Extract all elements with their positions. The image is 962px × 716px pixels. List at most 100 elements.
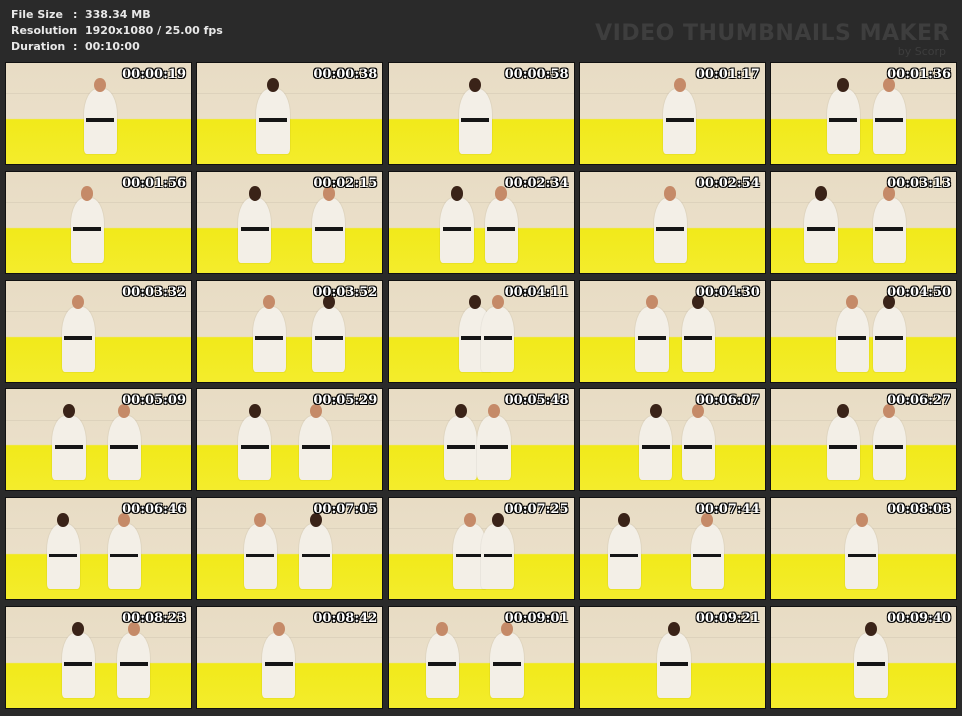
video-thumbnail: 00:06:07 [578, 388, 766, 492]
thumbnail-timestamp: 00:08:23 [122, 610, 186, 626]
thumbnail-timestamp: 00:02:34 [504, 175, 569, 191]
figure-head [469, 295, 482, 310]
black-belt [875, 444, 904, 449]
thumbnail-timestamp: 00:04:30 [695, 284, 760, 300]
black-belt [110, 553, 139, 558]
karate-figure [46, 512, 80, 590]
thumbnail-timestamp: 00:09:21 [695, 610, 760, 626]
resolution-row: Resolution : 1920x1080 / 25.00 fps [11, 23, 223, 39]
black-belt [240, 444, 269, 449]
karate-figure [61, 295, 95, 372]
video-thumbnail: 00:08:23 [5, 605, 192, 709]
separator: : [73, 24, 78, 37]
file-size-row: File Size : 338.34 MB [11, 7, 223, 23]
video-thumbnail: 00:07:25 [387, 497, 575, 601]
thumbnail-timestamp: 00:00:19 [122, 67, 186, 82]
karate-figure [635, 295, 669, 372]
video-thumbnail: 00:07:44 [578, 497, 766, 601]
figure-head [267, 77, 280, 92]
karate-figure [299, 404, 333, 481]
karate-figure [657, 621, 691, 698]
black-belt [660, 662, 689, 667]
figure-head [248, 186, 261, 201]
figure-head [94, 77, 107, 92]
figure-head [62, 404, 75, 419]
black-belt [64, 662, 93, 667]
wall-line [388, 637, 574, 639]
video-thumbnail: 00:08:42 [196, 605, 384, 709]
black-belt [455, 553, 484, 558]
video-thumbnail: 00:03:32 [5, 279, 192, 383]
thumbnail-timestamp: 00:07:25 [504, 502, 569, 518]
karate-figure [690, 512, 725, 590]
file-info: File Size : 338.34 MB Resolution : 1920x… [11, 7, 223, 55]
resolution-label: Resolution [11, 24, 78, 37]
karate-figure [311, 295, 346, 372]
wall-line [388, 202, 574, 204]
black-belt [641, 444, 670, 449]
black-belt [637, 335, 666, 340]
karate-figure [854, 621, 888, 698]
video-thumbnail: 00:00:58 [387, 62, 575, 165]
video-thumbnail: 00:05:29 [196, 388, 384, 492]
karate-figure [458, 77, 493, 154]
karate-figure [425, 621, 459, 698]
thumbnail-timestamp: 00:08:42 [313, 610, 378, 626]
wall-line [388, 419, 574, 421]
video-thumbnail: 00:01:36 [770, 62, 957, 165]
figure-head [272, 621, 285, 636]
wall-line [197, 528, 383, 530]
figure-head [454, 404, 467, 419]
karate-figure [252, 295, 287, 372]
karate-figure [256, 77, 290, 154]
karate-figure [872, 404, 907, 481]
file-size-label: File Size [11, 8, 63, 21]
wall-line [197, 93, 383, 95]
resolution-value: 1920x1080 / 25.00 fps [85, 24, 223, 37]
video-thumbnail: 00:04:30 [578, 279, 766, 383]
thumbnail-timestamp: 00:09:01 [504, 610, 569, 626]
video-thumbnail: 00:04:11 [387, 279, 575, 383]
duration-label: Duration [11, 40, 66, 53]
thumbnail-timestamp: 00:06:27 [887, 393, 951, 409]
wall-line [771, 93, 956, 95]
karate-figure [243, 512, 277, 590]
video-thumbnail: 00:05:48 [387, 388, 575, 492]
figure-head [673, 77, 686, 92]
karate-figure [262, 621, 296, 698]
figure-head [81, 186, 94, 201]
wall-line [6, 528, 191, 530]
black-belt [64, 335, 93, 340]
karate-figure [826, 77, 860, 154]
black-belt [838, 335, 867, 340]
thumbnail-timestamp: 00:05:09 [122, 393, 186, 409]
karate-figure [444, 404, 478, 481]
karate-figure [653, 186, 688, 263]
karate-figure [872, 77, 907, 154]
karate-figure [107, 404, 142, 481]
video-thumbnail: 00:08:03 [770, 497, 957, 601]
karate-figure [481, 512, 515, 590]
video-thumbnail: 00:03:52 [196, 279, 384, 383]
figure-head [248, 404, 261, 419]
thumbnail-timestamp: 00:04:11 [504, 284, 569, 300]
karate-figure [311, 186, 346, 263]
black-belt [665, 118, 694, 123]
header: File Size : 338.34 MB Resolution : 1920x… [0, 0, 962, 60]
video-thumbnail: 00:00:38 [196, 62, 384, 165]
video-thumbnail: 00:09:40 [770, 605, 957, 709]
karate-figure [638, 404, 673, 481]
wall-line [579, 419, 765, 421]
figure-head [837, 404, 850, 419]
black-belt [301, 553, 330, 558]
separator: : [73, 40, 78, 53]
figure-head [664, 186, 677, 201]
karate-figure [237, 186, 272, 263]
black-belt [847, 553, 876, 558]
video-thumbnail: 00:01:17 [578, 62, 766, 165]
black-belt [829, 118, 858, 123]
black-belt [54, 444, 83, 449]
black-belt [259, 118, 288, 123]
karate-figure [299, 512, 333, 590]
black-belt [442, 227, 471, 232]
